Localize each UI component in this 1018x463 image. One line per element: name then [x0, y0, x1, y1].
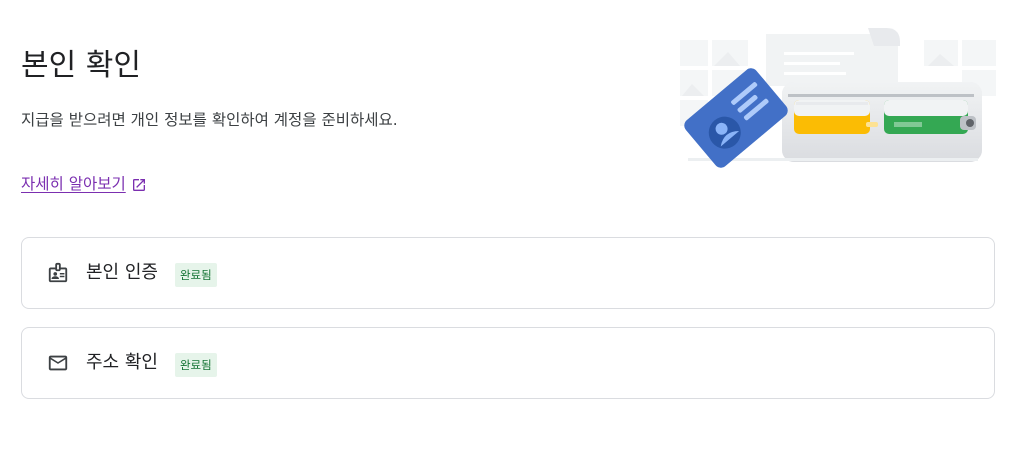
- identity-verification-card[interactable]: 본인 인증 완료됨: [21, 237, 995, 309]
- learn-more-label: 자세히 알아보기: [21, 175, 126, 193]
- status-badge: 완료됨: [174, 263, 217, 287]
- open-in-new-icon: [131, 176, 147, 192]
- page-title: 본인 확인: [21, 48, 141, 83]
- step-label: 주소 확인: [86, 352, 158, 373]
- page-description: 지급을 받으려면 개인 정보를 확인하여 계정을 준비하세요.: [21, 111, 398, 129]
- learn-more-link[interactable]: 자세히 알아보기: [21, 172, 147, 196]
- step-label: 본인 인증: [86, 262, 158, 283]
- address-verification-card[interactable]: 주소 확인 완료됨: [21, 327, 995, 399]
- verification-page: 본인 확인 지급을 받으려면 개인 정보를 확인하여 계정을 준비하세요. 자세…: [0, 0, 1018, 463]
- mail-icon: [46, 351, 70, 375]
- badge-id-icon: [46, 261, 70, 285]
- status-badge: 완료됨: [174, 353, 217, 377]
- id-wallet-illustration: [678, 26, 998, 168]
